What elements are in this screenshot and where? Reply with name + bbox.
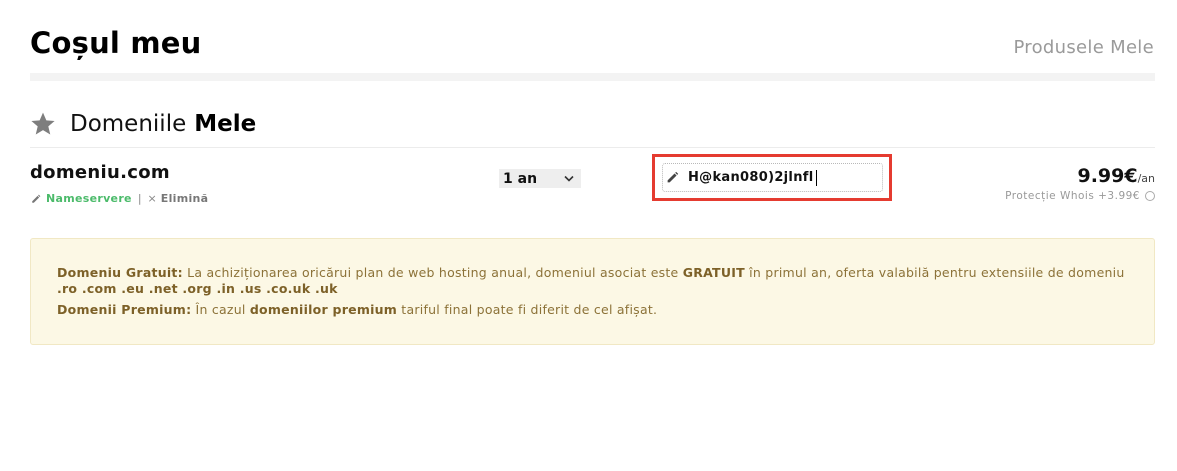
info-premium-bold: domeniilor premium bbox=[249, 302, 398, 317]
whois-protection[interactable]: Protecție Whois +3.99€ bbox=[1005, 190, 1155, 202]
section-heading: Domeniile Mele bbox=[30, 107, 256, 141]
pencil-icon bbox=[32, 194, 41, 203]
remove-icon[interactable]: × bbox=[148, 192, 157, 205]
info-premium-label: Domenii Premium: bbox=[57, 302, 192, 317]
info-premium-text: În cazul bbox=[191, 302, 250, 317]
nameservers-link[interactable]: Nameservere bbox=[46, 192, 132, 205]
whois-label: Protecție Whois +3.99€ bbox=[1005, 190, 1140, 202]
info-free-text: La achiziționarea oricărui plan de web h… bbox=[182, 265, 683, 280]
star-icon bbox=[31, 112, 55, 135]
section-heading-bold: Mele bbox=[194, 111, 257, 137]
remove-link[interactable]: Elimină bbox=[161, 192, 209, 205]
page-title: Coșul meu bbox=[30, 26, 202, 60]
pencil-icon bbox=[667, 171, 679, 183]
info-free-label: Domeniu Gratuit: bbox=[57, 265, 183, 280]
whois-radio[interactable] bbox=[1145, 191, 1155, 201]
info-premium-text-b: tariful final poate fi diferit de cel af… bbox=[397, 302, 658, 317]
price-unit: /an bbox=[1137, 172, 1155, 185]
title-bar bbox=[30, 73, 1155, 81]
period-select[interactable]: 1 an bbox=[499, 169, 581, 188]
chevron-down-icon bbox=[564, 175, 574, 182]
nameserver-input-wrap[interactable] bbox=[662, 163, 883, 192]
section-divider bbox=[30, 147, 1155, 148]
info-free-bold: GRATUIT bbox=[682, 265, 745, 280]
info-premium: Domenii Premium: În cazul domeniilor pre… bbox=[57, 302, 1137, 318]
domain-actions: Nameservere | × Elimină bbox=[31, 192, 208, 205]
price-value: 9.99€ bbox=[1077, 165, 1138, 187]
info-free-text-b: în primul an, oferta valabilă pentru ext… bbox=[744, 265, 1125, 280]
my-products-link[interactable]: Produsele Mele bbox=[1013, 37, 1154, 58]
section-heading-prefix: Domeniile bbox=[70, 111, 187, 137]
info-free-domain: Domeniu Gratuit: La achiziționarea orică… bbox=[57, 265, 1137, 297]
price: 9.99€/an bbox=[1077, 165, 1155, 187]
info-extensions: .ro .com .eu .net .org .in .us .co.uk .u… bbox=[57, 281, 338, 296]
info-box: Domeniu Gratuit: La achiziționarea orică… bbox=[30, 238, 1155, 345]
text-caret bbox=[816, 170, 817, 186]
period-value: 1 an bbox=[503, 170, 538, 187]
actions-separator: | bbox=[137, 192, 142, 205]
domain-name: domeniu.com bbox=[30, 162, 170, 183]
nameserver-input[interactable] bbox=[688, 170, 878, 185]
